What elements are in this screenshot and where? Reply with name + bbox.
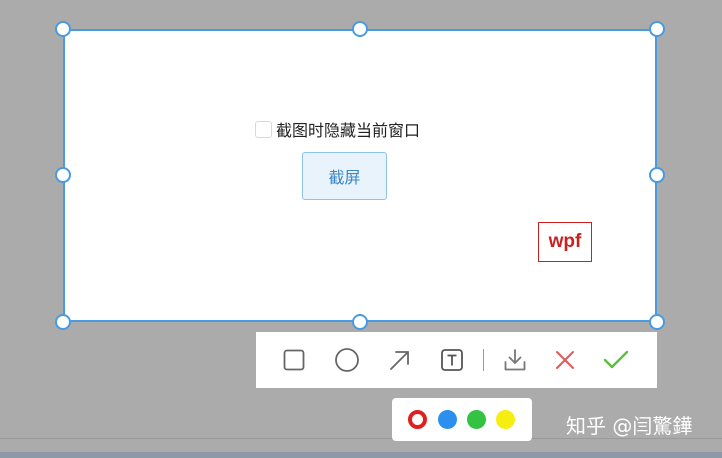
color-palette	[392, 398, 532, 441]
resize-handle-left[interactable]	[55, 167, 71, 183]
download-icon	[504, 349, 526, 371]
annotation-toolbar	[256, 332, 657, 388]
circle-icon	[335, 348, 359, 372]
ellipse-tool[interactable]	[333, 346, 361, 374]
square-icon	[283, 349, 305, 371]
resize-handle-top-left[interactable]	[55, 21, 71, 37]
resize-handle-top[interactable]	[352, 21, 368, 37]
toolbar-divider	[483, 349, 484, 371]
swatch-green[interactable]	[467, 410, 486, 429]
check-icon	[603, 350, 629, 369]
swatch-yellow[interactable]	[496, 410, 515, 429]
resize-handle-bottom-left[interactable]	[55, 314, 71, 330]
resize-handle-bottom[interactable]	[352, 314, 368, 330]
resize-handle-top-right[interactable]	[649, 21, 665, 37]
hide-window-checkbox[interactable]	[255, 120, 272, 138]
confirm-tool[interactable]	[602, 346, 630, 374]
hide-window-label: 截图时隐藏当前窗口	[276, 121, 421, 140]
arrow-icon	[390, 351, 409, 370]
wpf-stamp: wpf	[538, 222, 592, 262]
close-icon	[556, 351, 574, 369]
rectangle-tool[interactable]	[280, 346, 308, 374]
hide-window-option[interactable]: 截图时隐藏当前窗口	[255, 119, 421, 140]
text-tool[interactable]	[438, 346, 466, 374]
arrow-tool[interactable]	[386, 346, 414, 374]
taskbar-edge	[0, 452, 722, 458]
save-tool[interactable]	[501, 346, 529, 374]
watermark-text: 知乎 @闫驚鏵	[566, 414, 693, 438]
swatch-red[interactable]	[408, 410, 427, 429]
capture-screen-button[interactable]: 截屏	[302, 152, 387, 200]
resize-handle-bottom-right[interactable]	[649, 314, 665, 330]
resize-handle-right[interactable]	[649, 167, 665, 183]
swatch-blue[interactable]	[438, 410, 457, 429]
text-icon	[441, 349, 463, 371]
cancel-tool[interactable]	[551, 346, 579, 374]
